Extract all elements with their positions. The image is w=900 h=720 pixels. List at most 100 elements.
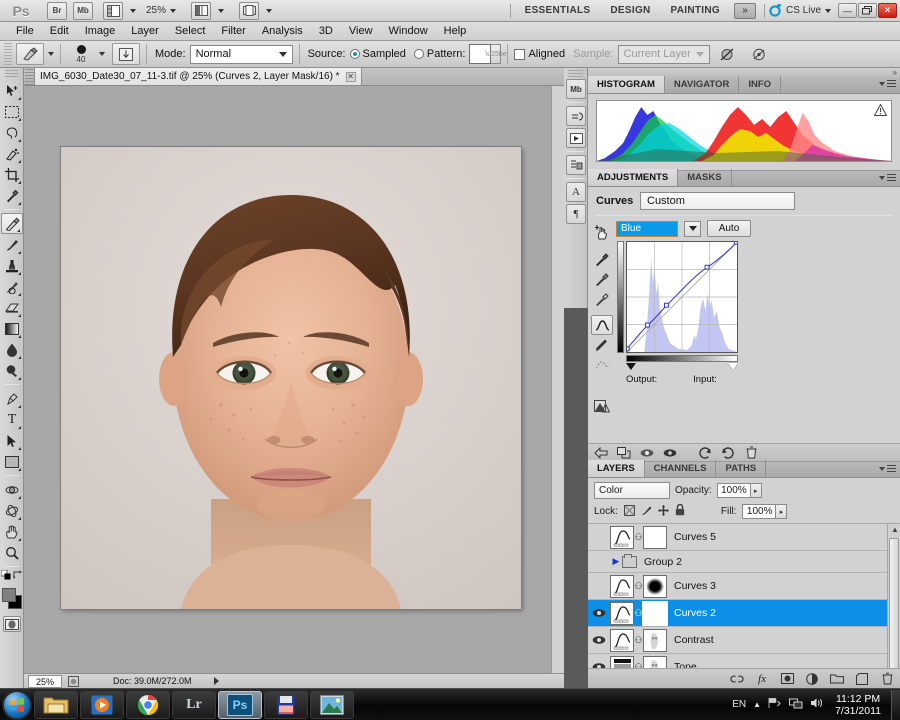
channel-chevron-down-icon[interactable] [684,221,701,237]
screen-mode-chevron-down-icon[interactable] [218,9,224,13]
delete-layer-icon[interactable] [880,672,894,686]
white-input-slider[interactable] [728,363,738,370]
targeted-adjustment-icon[interactable] [591,222,613,242]
table-row[interactable]: ⚇ Curves 2 [588,600,900,627]
menu-help[interactable]: Help [436,22,475,40]
link-mask-icon[interactable]: ⚇ [634,532,643,543]
menu-3d[interactable]: 3D [311,22,341,40]
taskbar-chrome[interactable] [126,691,170,719]
tab-histogram[interactable]: HISTOGRAM [588,76,665,93]
quick-mask-icon[interactable] [3,616,21,632]
brush-preview[interactable]: 40 [67,42,95,66]
taskbar-media-player[interactable] [80,691,124,719]
quick-selection-tool[interactable] [1,143,23,164]
toolbox-grip[interactable] [5,70,18,78]
default-colors-icon[interactable] [1,570,11,583]
blend-mode-select[interactable]: Color [594,482,670,499]
layer-mask-thumbnail[interactable] [643,629,667,652]
zoom-field[interactable]: 25% [28,675,62,688]
tab-paths[interactable]: PATHS [716,460,766,477]
new-adjustment-layer-icon[interactable] [805,672,819,686]
layer-name[interactable]: Contrast [674,634,714,646]
document-tab[interactable]: IMG_6030_Date30_07_11-3.tif @ 25% (Curve… [34,68,362,85]
layer-mask-thumbnail[interactable] [643,526,667,549]
workspace-essentials[interactable]: ESSENTIALS [515,5,601,16]
edit-points-icon[interactable] [591,315,613,335]
opacity-stepper[interactable]: ▸ [751,483,762,498]
windows-start-orb[interactable] [2,690,32,720]
type-tool[interactable]: T [1,409,23,430]
zoom-tool[interactable] [1,542,23,563]
lock-position-icon[interactable] [658,505,669,519]
cs-live-chevron-down-icon[interactable] [825,9,831,13]
tab-channels[interactable]: CHANNELS [645,460,717,477]
workspace-design[interactable]: DESIGN [600,5,660,16]
tab-info[interactable]: INFO [739,76,781,93]
tab-adjustments[interactable]: ADJUSTMENTS [588,169,678,186]
volume-icon[interactable] [810,697,824,712]
layer-visibility-toggle[interactable] [588,524,610,551]
view-extras-icon[interactable] [103,2,123,20]
table-row[interactable]: ⚇ Contrast [588,627,900,654]
toggle-layer-visibility-icon[interactable] [640,446,654,460]
dodge-tool[interactable] [1,360,23,381]
black-input-slider[interactable] [626,363,636,370]
menu-view[interactable]: View [341,22,381,40]
layer-name[interactable]: Curves 3 [674,580,716,592]
layer-name[interactable]: Group 2 [644,556,682,568]
uncached-data-warning-icon[interactable] [874,104,887,116]
sample-select[interactable]: Current Layer [618,45,710,64]
network-icon[interactable] [789,697,803,712]
layer-comps-icon[interactable] [566,155,586,175]
healing-brush-icon[interactable] [16,43,44,65]
add-layer-mask-icon[interactable] [780,672,794,686]
new-group-icon[interactable] [830,672,844,686]
brush-tool[interactable] [1,234,23,255]
menu-edit[interactable]: Edit [42,22,77,40]
character-icon[interactable]: A [566,182,586,202]
restore-button[interactable] [858,3,877,18]
layer-visibility-toggle[interactable] [588,548,610,575]
menu-filter[interactable]: Filter [213,22,253,40]
clipping-preview-icon[interactable] [591,397,613,417]
mini-bridge-icon[interactable]: Mb [566,79,586,99]
draw-curve-icon[interactable] [591,335,613,355]
show-desktop-button[interactable] [891,690,900,720]
foreground-color-swatch[interactable] [2,588,16,602]
crop-tool[interactable] [1,164,23,185]
zoom-level-value[interactable]: 25% [146,5,166,16]
panel-menu-icon[interactable] [879,174,896,182]
3d-orbit-tool[interactable] [1,500,23,521]
canvas[interactable] [24,86,551,673]
layer-thumbnail-curves[interactable] [610,575,634,598]
table-row[interactable]: ⚇ Curves 5 [588,524,900,551]
foreground-background-colors[interactable] [0,586,24,612]
preset-select[interactable]: Custom [640,192,795,210]
table-row[interactable]: ▶ Group 2 [588,551,900,573]
link-mask-icon[interactable]: ⚇ [634,635,643,646]
brush-panel-icon[interactable] [112,43,140,65]
status-menu-arrow-icon[interactable] [214,677,219,685]
gradient-tool[interactable] [1,318,23,339]
taskbar-photoshop[interactable]: Ps [218,691,262,719]
pattern-picker[interactable]: \u25be [469,44,501,64]
taskbar-save-utility[interactable] [264,691,308,719]
screen-mode-icon[interactable] [191,2,211,20]
more-workspaces-button[interactable]: » [734,3,756,19]
panel-menu-icon[interactable] [879,465,896,473]
taskbar-image-viewer[interactable] [310,691,354,719]
path-selection-tool[interactable] [1,430,23,451]
source-pattern-radio[interactable]: Pattern: [414,48,466,60]
document-image[interactable] [61,147,521,609]
zoom-chevron-down-icon[interactable] [170,9,176,13]
history-brush-tool[interactable] [1,276,23,297]
view-extras-chevron-down-icon[interactable] [130,9,136,13]
tab-navigator[interactable]: NAVIGATOR [665,76,739,93]
clip-to-layer-icon[interactable] [617,446,631,460]
set-white-point-icon[interactable] [591,288,613,308]
taskbar-explorer[interactable] [34,691,78,719]
brush-chevron-down-icon[interactable] [99,52,105,56]
dock-grip[interactable] [568,70,583,77]
lasso-tool[interactable] [1,122,23,143]
layer-name[interactable]: Curves 5 [674,531,716,543]
